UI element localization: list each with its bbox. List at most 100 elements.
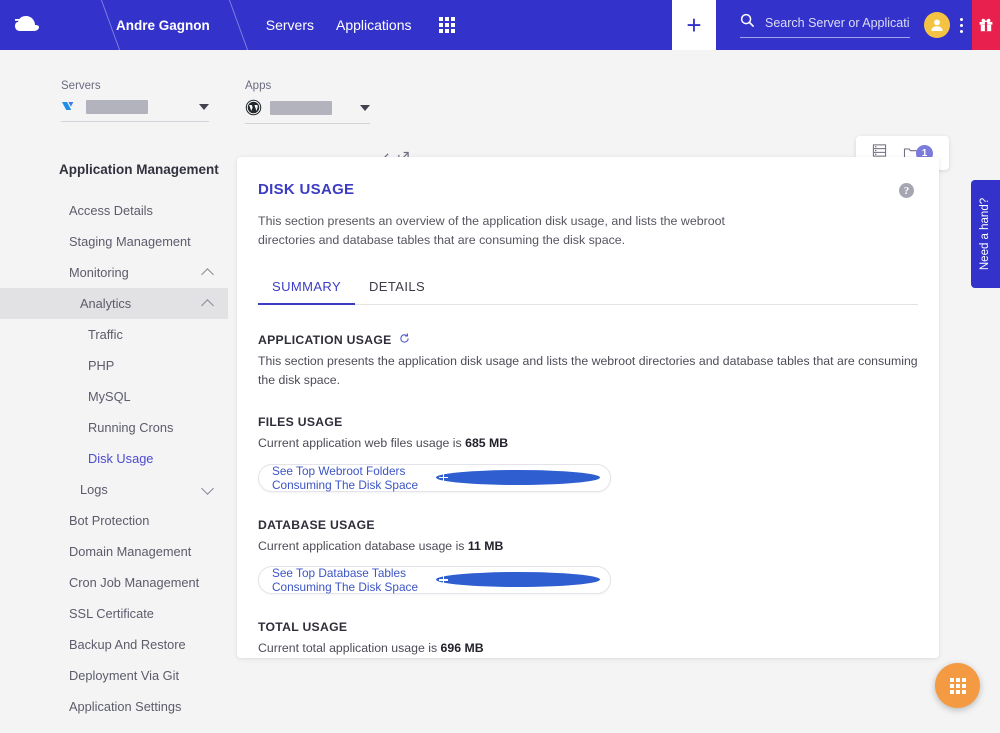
- nav-applications[interactable]: Applications: [336, 17, 412, 33]
- cloudways-cloud-icon: [15, 16, 39, 31]
- sidebar-item-label: Traffic: [88, 327, 123, 342]
- sidebar-item-label: Running Crons: [88, 420, 174, 435]
- total-usage-heading: TOTAL USAGE: [258, 619, 348, 634]
- tab-details[interactable]: DETAILS: [355, 279, 439, 305]
- sidebar-title: Application Management: [59, 162, 219, 177]
- sidebar-item-label: Access Details: [69, 203, 153, 218]
- database-usage-text: Current application database usage is 11…: [258, 537, 918, 555]
- sidebar-item-php[interactable]: PHP: [0, 350, 228, 381]
- sidebar-item-label: Domain Management: [69, 544, 192, 559]
- sidebar-item-disk-usage[interactable]: Disk Usage: [0, 443, 228, 474]
- total-usage-section: TOTAL USAGE Current total application us…: [258, 620, 918, 657]
- sidebar-item-backup-and-restore[interactable]: Backup And Restore: [0, 629, 228, 660]
- sidebar-item-cron-job-management[interactable]: Cron Job Management: [0, 567, 228, 598]
- app-selector-label: Apps: [245, 80, 272, 92]
- application-usage-heading: APPLICATION USAGE: [258, 333, 918, 347]
- breadcrumb-divider-1: [86, 0, 112, 50]
- breadcrumb-divider-2: [214, 0, 240, 50]
- sidebar-item-traffic[interactable]: Traffic: [0, 319, 228, 350]
- files-usage-text: Current application web files usage is 6…: [258, 434, 918, 452]
- page-title: DISK USAGE: [258, 181, 355, 198]
- chevron-down-icon[interactable]: [201, 481, 214, 495]
- sidebar-item-monitoring[interactable]: Monitoring: [0, 257, 228, 288]
- sidebar-item-logs[interactable]: Logs: [0, 474, 228, 505]
- sidebar-item-label: Staging Management: [69, 234, 191, 249]
- account-name[interactable]: Andre Gagnon: [112, 18, 214, 33]
- brand-logo[interactable]: [0, 0, 86, 50]
- sidebar-item-label: Application Settings: [69, 699, 182, 714]
- refresh-icon[interactable]: [399, 333, 410, 347]
- avatar[interactable]: [924, 12, 950, 38]
- files-usage-heading: FILES USAGE: [258, 415, 343, 430]
- gift-icon[interactable]: [972, 0, 1000, 50]
- sidebar-item-analytics[interactable]: Analytics: [0, 288, 228, 319]
- sidebar-item-domain-management[interactable]: Domain Management: [0, 536, 228, 567]
- see-top-webroot-folders-button[interactable]: See Top Webroot Folders Consuming The Di…: [258, 463, 611, 492]
- sidebar-item-bot-protection[interactable]: Bot Protection: [0, 505, 228, 536]
- chevron-down-icon[interactable]: [199, 103, 209, 110]
- sidebar-item-mysql[interactable]: MySQL: [0, 381, 228, 412]
- help-question-icon[interactable]: ?: [899, 183, 914, 198]
- see-top-database-tables-label: See Top Database Tables Consuming The Di…: [272, 565, 419, 594]
- sidebar-item-label: SSL Certificate: [69, 606, 154, 621]
- files-usage-value: 685 MB: [465, 436, 509, 451]
- chevron-down-icon[interactable]: [360, 104, 370, 111]
- chevron-up-icon[interactable]: [201, 267, 214, 281]
- database-usage-prefix: Current application database usage is: [258, 538, 468, 553]
- context-selector-bar: Servers › Apps: [0, 50, 1000, 170]
- sidebar-item-label: Backup And Restore: [69, 637, 186, 652]
- database-usage-section: DATABASE USAGE Current application datab…: [258, 518, 918, 594]
- card-tabs: SUMMARY DETAILS: [258, 279, 918, 306]
- sidebar-item-label: Cron Job Management: [69, 575, 200, 590]
- server-selector[interactable]: [61, 99, 209, 122]
- total-usage-prefix: Current total application usage is: [258, 640, 441, 655]
- sidebar-item-deployment-via-git[interactable]: Deployment Via Git: [0, 660, 228, 691]
- user-avatar-icon: [931, 19, 943, 31]
- grid-apps-icon: [949, 677, 966, 694]
- more-vertical-icon[interactable]: [950, 0, 972, 50]
- search-container[interactable]: [740, 13, 910, 38]
- sidebar-item-label: Logs: [80, 482, 108, 497]
- app-selector[interactable]: [245, 99, 370, 124]
- total-usage-value: 696 MB: [440, 640, 484, 655]
- see-top-webroot-folders-label: See Top Webroot Folders Consuming The Di…: [272, 463, 419, 492]
- sidebar-item-access-details[interactable]: Access Details: [0, 195, 228, 226]
- server-selector-group: Servers: [61, 80, 209, 122]
- sidebar-item-label: Analytics: [80, 296, 132, 311]
- sidebar: Application Management Access Details Sta…: [0, 134, 228, 733]
- wordpress-logo-icon: [245, 99, 262, 116]
- nav-servers[interactable]: Servers: [266, 17, 314, 33]
- chevron-up-icon[interactable]: [201, 298, 214, 312]
- app-selector-group: Apps: [245, 80, 370, 124]
- application-usage-description: This section presents the application di…: [258, 354, 918, 387]
- primary-nav: Servers Applications: [266, 17, 412, 33]
- app-name-redacted: [270, 100, 332, 115]
- sidebar-item-label: PHP: [88, 358, 115, 373]
- sidebar-item-label: Bot Protection: [69, 513, 150, 528]
- database-usage-heading: DATABASE USAGE: [258, 517, 375, 532]
- server-selector-label: Servers: [61, 80, 101, 92]
- plus-circle-icon: [436, 572, 600, 588]
- sidebar-item-label: Monitoring: [69, 265, 129, 280]
- search-input[interactable]: [765, 15, 910, 30]
- sidebar-item-ssl-certificate[interactable]: SSL Certificate: [0, 598, 228, 629]
- sidebar-item-staging-management[interactable]: Staging Management: [0, 226, 228, 257]
- files-usage-prefix: Current application web files usage is: [258, 436, 466, 451]
- sidebar-item-application-settings[interactable]: Application Settings: [0, 691, 228, 722]
- total-usage-text: Current total application usage is 696 M…: [258, 639, 918, 657]
- top-navigation-bar: Andre Gagnon Servers Applications +: [0, 0, 1000, 50]
- add-button[interactable]: +: [672, 0, 716, 50]
- quick-actions-fab[interactable]: [935, 663, 980, 708]
- sidebar-item-label: MySQL: [88, 389, 131, 404]
- files-usage-section: FILES USAGE Current application web file…: [258, 415, 918, 492]
- sidebar-item-label: Deployment Via Git: [69, 668, 180, 683]
- vultr-logo-icon: [62, 102, 74, 110]
- grid-apps-icon[interactable]: [439, 17, 456, 33]
- search-icon: [740, 13, 755, 33]
- sidebar-item-running-crons[interactable]: Running Crons: [0, 412, 228, 443]
- sidebar-item-label: Disk Usage: [88, 451, 154, 466]
- tab-summary[interactable]: SUMMARY: [258, 279, 356, 306]
- need-a-hand-label: Need a hand?: [979, 197, 992, 271]
- need-a-hand-tab[interactable]: Need a hand?: [971, 180, 1000, 288]
- see-top-database-tables-button[interactable]: See Top Database Tables Consuming The Di…: [258, 565, 611, 594]
